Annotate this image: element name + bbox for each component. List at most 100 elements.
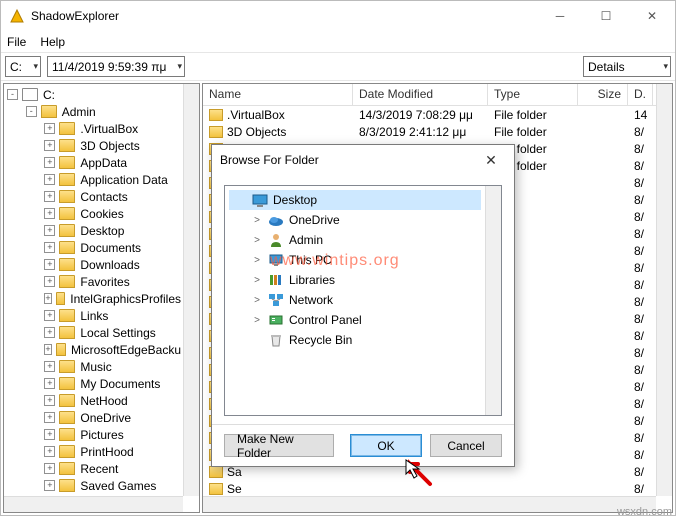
- snapshot-date-select[interactable]: 11/4/2019 9:59:39 πμ▾: [47, 56, 185, 77]
- folder-icon: [41, 105, 57, 118]
- tree-item-label: Saved Games: [78, 479, 158, 493]
- tree-item-label: .VirtualBox: [78, 122, 140, 136]
- menu-file[interactable]: File: [7, 35, 26, 49]
- tree-item[interactable]: +Desktop: [4, 222, 183, 239]
- close-button[interactable]: ✕: [629, 1, 675, 31]
- dialog-tree-item[interactable]: >OneDrive: [229, 210, 481, 230]
- dialog-tree-item[interactable]: >Network: [229, 290, 481, 310]
- list-row[interactable]: .VirtualBox14/3/2019 7:08:29 μμFile fold…: [203, 106, 656, 123]
- expand-icon[interactable]: +: [44, 174, 55, 185]
- expand-icon[interactable]: +: [44, 157, 55, 168]
- menu-help[interactable]: Help: [40, 35, 65, 49]
- expand-icon[interactable]: -: [7, 89, 18, 100]
- expand-icon[interactable]: -: [26, 106, 37, 117]
- expand-icon[interactable]: +: [44, 395, 55, 406]
- dialog-tree-item[interactable]: >Control Panel: [229, 310, 481, 330]
- expand-icon[interactable]: +: [44, 361, 55, 372]
- tree-item[interactable]: +Contacts: [4, 188, 183, 205]
- column-d[interactable]: D.: [628, 84, 653, 105]
- tree-item[interactable]: +Favorites: [4, 273, 183, 290]
- dialog-tree-item[interactable]: >Admin: [229, 230, 481, 250]
- tree-item[interactable]: +Pictures: [4, 426, 183, 443]
- expand-icon[interactable]: +: [44, 310, 55, 321]
- expand-icon[interactable]: +: [44, 378, 55, 389]
- column-date[interactable]: Date Modified: [353, 84, 488, 105]
- expand-icon[interactable]: +: [44, 259, 55, 270]
- expand-icon[interactable]: >: [251, 275, 263, 286]
- tree-item[interactable]: + Saved Games: [4, 477, 183, 494]
- tree-item[interactable]: +Music: [4, 358, 183, 375]
- column-size[interactable]: Size: [578, 84, 628, 105]
- chevron-down-icon: ▾: [33, 61, 38, 72]
- expand-icon[interactable]: +: [44, 480, 55, 491]
- dialog-close-button[interactable]: ✕: [476, 152, 506, 169]
- tree-item[interactable]: + .VirtualBox: [4, 120, 183, 137]
- expand-icon[interactable]: +: [44, 191, 55, 202]
- expand-icon[interactable]: >: [251, 255, 263, 266]
- tree-item[interactable]: +Recent: [4, 460, 183, 477]
- list-row[interactable]: 3D Objects8/3/2019 2:41:12 μμFile folder…: [203, 123, 656, 140]
- tree-item[interactable]: +Links: [4, 307, 183, 324]
- expand-icon[interactable]: [251, 335, 263, 346]
- tree-item[interactable]: +OneDrive: [4, 409, 183, 426]
- tree-vertical-scrollbar[interactable]: [183, 84, 199, 496]
- tree-item[interactable]: +Cookies: [4, 205, 183, 222]
- expand-icon[interactable]: +: [44, 463, 55, 474]
- tree-item[interactable]: +NetHood: [4, 392, 183, 409]
- list-horizontal-scrollbar[interactable]: [203, 496, 656, 512]
- expand-icon[interactable]: +: [44, 123, 55, 134]
- tree-item[interactable]: +IntelGraphicsProfiles: [4, 290, 183, 307]
- expand-icon[interactable]: +: [44, 242, 55, 253]
- expand-icon[interactable]: +: [44, 327, 55, 338]
- make-new-folder-button[interactable]: Make New Folder: [224, 434, 334, 457]
- tree-item[interactable]: +PrintHood: [4, 443, 183, 460]
- view-mode-select[interactable]: Details▾: [583, 56, 671, 77]
- tree-item[interactable]: +My Documents: [4, 375, 183, 392]
- list-row[interactable]: Se8/: [203, 480, 656, 496]
- dialog-folder-tree[interactable]: Desktop>OneDrive>Admin>This PC>Libraries…: [224, 185, 502, 416]
- pc-icon: [267, 252, 285, 268]
- expand-icon[interactable]: >: [251, 235, 263, 246]
- tree-item[interactable]: +3D Objects: [4, 137, 183, 154]
- cancel-button[interactable]: Cancel: [430, 434, 502, 457]
- expand-icon[interactable]: [235, 195, 247, 206]
- expand-icon[interactable]: +: [44, 276, 55, 287]
- dialog-tree-scrollbar[interactable]: [485, 186, 501, 415]
- tree-item[interactable]: +Local Settings: [4, 324, 183, 341]
- column-type[interactable]: Type: [488, 84, 578, 105]
- list-vertical-scrollbar[interactable]: [656, 84, 672, 496]
- maximize-button[interactable]: ☐: [583, 1, 629, 31]
- expand-icon[interactable]: +: [44, 344, 51, 355]
- tree-item[interactable]: -C:: [4, 86, 183, 103]
- tree-item[interactable]: +Documents: [4, 239, 183, 256]
- expand-icon[interactable]: +: [44, 429, 55, 440]
- folder-tree[interactable]: -C: -Admin + .VirtualBox +3D Objects +App…: [3, 83, 200, 513]
- expand-icon[interactable]: +: [44, 412, 55, 423]
- ok-button[interactable]: OK: [350, 434, 422, 457]
- tree-item[interactable]: +Downloads: [4, 256, 183, 273]
- expand-icon[interactable]: >: [251, 315, 263, 326]
- tree-horizontal-scrollbar[interactable]: [4, 496, 183, 512]
- folder-icon: [59, 377, 75, 390]
- dialog-tree-item[interactable]: Desktop: [229, 190, 481, 210]
- folder-icon: [59, 326, 75, 339]
- expand-icon[interactable]: +: [44, 140, 55, 151]
- column-name[interactable]: Name: [203, 84, 353, 105]
- expand-icon[interactable]: +: [44, 225, 55, 236]
- expand-icon[interactable]: >: [251, 215, 263, 226]
- expand-icon[interactable]: +: [44, 293, 51, 304]
- tree-item[interactable]: +AppData: [4, 154, 183, 171]
- expand-icon[interactable]: >: [251, 295, 263, 306]
- drive-select[interactable]: C:▾: [5, 56, 41, 77]
- folder-icon: [59, 462, 75, 475]
- expand-icon[interactable]: +: [44, 208, 55, 219]
- tree-item[interactable]: +Application Data: [4, 171, 183, 188]
- tree-item[interactable]: +MicrosoftEdgeBacku: [4, 341, 183, 358]
- minimize-button[interactable]: ─: [537, 1, 583, 31]
- dialog-tree-item[interactable]: Recycle Bin: [229, 330, 481, 350]
- dialog-tree-item[interactable]: >This PC: [229, 250, 481, 270]
- folder-icon: [59, 156, 75, 169]
- dialog-tree-item[interactable]: >Libraries: [229, 270, 481, 290]
- expand-icon[interactable]: +: [44, 446, 55, 457]
- tree-item[interactable]: -Admin: [4, 103, 183, 120]
